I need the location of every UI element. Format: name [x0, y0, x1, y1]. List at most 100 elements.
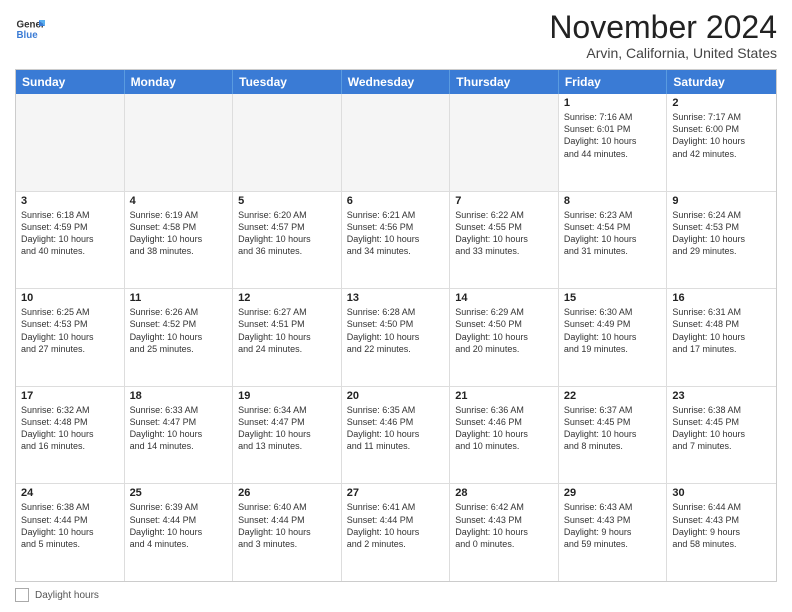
weekday-sunday: Sunday	[16, 70, 125, 94]
cell-date: 27	[347, 487, 445, 499]
calendar-cell: 24Sunrise: 6:38 AMSunset: 4:44 PMDayligh…	[16, 484, 125, 581]
weekday-tuesday: Tuesday	[233, 70, 342, 94]
cell-date: 29	[564, 487, 662, 499]
cell-date: 7	[455, 195, 553, 207]
cell-date: 19	[238, 390, 336, 402]
calendar-cell: 18 Sunrise: 6:33 AMSunset: 4:47 PMDayligh…	[125, 387, 234, 484]
cell-info: Sunrise: 6:26 AMSunset: 4:52 PMDaylight:…	[130, 306, 228, 355]
cell-info: Sunrise: 6:31 AMSunset: 4:48 PMDaylight:…	[672, 306, 771, 355]
cell-info: Sunrise: 6:20 AMSunset: 4:57 PMDaylight:…	[238, 209, 336, 258]
calendar-cell: 17 Sunrise: 6:32 AMSunset: 4:48 PMDayligh…	[16, 387, 125, 484]
cell-info: Sunrise: 6:21 AMSunset: 4:56 PMDaylight:…	[347, 209, 445, 258]
cell-date: 22	[564, 390, 662, 402]
calendar-cell: 16 Sunrise: 6:31 AMSunset: 4:48 PMDayligh…	[667, 289, 776, 386]
cell-info: Sunrise: 6:22 AMSunset: 4:55 PMDaylight:…	[455, 209, 553, 258]
cell-date: 6	[347, 195, 445, 207]
cell-date: 4	[130, 195, 228, 207]
calendar-cell	[233, 94, 342, 191]
cell-date: 11	[130, 292, 228, 304]
calendar-row-1: 3 Sunrise: 6:18 AMSunset: 4:59 PMDaylight…	[16, 192, 776, 290]
logo-icon: General Blue	[15, 14, 45, 44]
cell-date: 13	[347, 292, 445, 304]
calendar-cell: 21Sunrise: 6:36 AMSunset: 4:46 PMDayligh…	[450, 387, 559, 484]
cell-info: Sunrise: 6:38 AMSunset: 4:45 PMDaylight:…	[672, 404, 771, 453]
cell-date: 14	[455, 292, 553, 304]
cell-date: 10	[21, 292, 119, 304]
calendar-cell	[342, 94, 451, 191]
calendar-cell: 10 Sunrise: 6:25 AMSunset: 4:53 PMDayligh…	[16, 289, 125, 386]
calendar-header: SundayMondayTuesdayWednesdayThursdayFrid…	[16, 70, 776, 94]
calendar-cell: 20Sunrise: 6:35 AMSunset: 4:46 PMDayligh…	[342, 387, 451, 484]
cell-info: Sunrise: 6:28 AMSunset: 4:50 PMDaylight:…	[347, 306, 445, 355]
cell-info: Sunrise: 6:32 AMSunset: 4:48 PMDaylight:…	[21, 404, 119, 453]
calendar-cell: 7 Sunrise: 6:22 AMSunset: 4:55 PMDaylight…	[450, 192, 559, 289]
cell-info: Sunrise: 6:33 AMSunset: 4:47 PMDaylight:…	[130, 404, 228, 453]
cell-info: Sunrise: 7:16 AMSunset: 6:01 PMDaylight:…	[564, 111, 662, 160]
calendar-row-3: 17 Sunrise: 6:32 AMSunset: 4:48 PMDayligh…	[16, 387, 776, 485]
calendar-cell: 14 Sunrise: 6:29 AMSunset: 4:50 PMDayligh…	[450, 289, 559, 386]
cell-date: 28	[455, 487, 553, 499]
calendar-cell: 6 Sunrise: 6:21 AMSunset: 4:56 PMDaylight…	[342, 192, 451, 289]
weekday-monday: Monday	[125, 70, 234, 94]
calendar-cell: 19Sunrise: 6:34 AMSunset: 4:47 PMDayligh…	[233, 387, 342, 484]
cell-date: 5	[238, 195, 336, 207]
cell-info: Sunrise: 6:43 AMSunset: 4:43 PMDaylight:…	[564, 501, 662, 550]
footer: Daylight hours	[15, 588, 777, 602]
cell-info: Sunrise: 6:44 AMSunset: 4:43 PMDaylight:…	[672, 501, 771, 550]
calendar-cell	[16, 94, 125, 191]
calendar-body: 1 Sunrise: 7:16 AMSunset: 6:01 PMDaylight…	[16, 94, 776, 581]
cell-date: 8	[564, 195, 662, 207]
month-title: November 2024	[549, 10, 777, 45]
daylight-legend-box	[15, 588, 29, 602]
calendar-cell: 3 Sunrise: 6:18 AMSunset: 4:59 PMDaylight…	[16, 192, 125, 289]
calendar-cell: 4 Sunrise: 6:19 AMSunset: 4:58 PMDaylight…	[125, 192, 234, 289]
svg-text:Blue: Blue	[17, 30, 39, 41]
calendar-cell	[125, 94, 234, 191]
cell-info: Sunrise: 6:18 AMSunset: 4:59 PMDaylight:…	[21, 209, 119, 258]
cell-info: Sunrise: 6:29 AMSunset: 4:50 PMDaylight:…	[455, 306, 553, 355]
cell-date: 25	[130, 487, 228, 499]
calendar-cell: 9 Sunrise: 6:24 AMSunset: 4:53 PMDaylight…	[667, 192, 776, 289]
cell-date: 3	[21, 195, 119, 207]
calendar-cell: 22 Sunrise: 6:37 AMSunset: 4:45 PMDayligh…	[559, 387, 668, 484]
cell-date: 16	[672, 292, 771, 304]
page: General Blue November 2024 Arvin, Califo…	[0, 0, 792, 612]
calendar-cell: 23 Sunrise: 6:38 AMSunset: 4:45 PMDayligh…	[667, 387, 776, 484]
cell-date: 18	[130, 390, 228, 402]
daylight-legend-label: Daylight hours	[35, 590, 99, 601]
calendar-cell: 15Sunrise: 6:30 AMSunset: 4:49 PMDayligh…	[559, 289, 668, 386]
calendar-row-0: 1 Sunrise: 7:16 AMSunset: 6:01 PMDaylight…	[16, 94, 776, 192]
calendar-cell: 29 Sunrise: 6:43 AMSunset: 4:43 PMDayligh…	[559, 484, 668, 581]
calendar: SundayMondayTuesdayWednesdayThursdayFrid…	[15, 69, 777, 582]
calendar-row-2: 10 Sunrise: 6:25 AMSunset: 4:53 PMDayligh…	[16, 289, 776, 387]
cell-date: 1	[564, 97, 662, 109]
cell-info: Sunrise: 6:23 AMSunset: 4:54 PMDaylight:…	[564, 209, 662, 258]
cell-info: Sunrise: 6:24 AMSunset: 4:53 PMDaylight:…	[672, 209, 771, 258]
location: Arvin, California, United States	[549, 45, 777, 61]
calendar-cell	[450, 94, 559, 191]
cell-date: 15	[564, 292, 662, 304]
cell-date: 23	[672, 390, 771, 402]
weekday-saturday: Saturday	[667, 70, 776, 94]
cell-date: 20	[347, 390, 445, 402]
calendar-cell: 28Sunrise: 6:42 AMSunset: 4:43 PMDayligh…	[450, 484, 559, 581]
cell-info: Sunrise: 6:38 AMSunset: 4:44 PMDaylight:…	[21, 501, 119, 550]
cell-info: Sunrise: 6:25 AMSunset: 4:53 PMDaylight:…	[21, 306, 119, 355]
cell-info: Sunrise: 6:37 AMSunset: 4:45 PMDaylight:…	[564, 404, 662, 453]
cell-date: 26	[238, 487, 336, 499]
cell-date: 17	[21, 390, 119, 402]
title-area: November 2024 Arvin, California, United …	[549, 10, 777, 61]
cell-date: 21	[455, 390, 553, 402]
cell-info: Sunrise: 6:40 AMSunset: 4:44 PMDaylight:…	[238, 501, 336, 550]
cell-info: Sunrise: 6:19 AMSunset: 4:58 PMDaylight:…	[130, 209, 228, 258]
weekday-friday: Friday	[559, 70, 668, 94]
logo: General Blue	[15, 14, 45, 44]
cell-date: 12	[238, 292, 336, 304]
calendar-cell: 25Sunrise: 6:39 AMSunset: 4:44 PMDayligh…	[125, 484, 234, 581]
cell-date: 2	[672, 97, 771, 109]
calendar-cell: 13 Sunrise: 6:28 AMSunset: 4:50 PMDayligh…	[342, 289, 451, 386]
cell-date: 30	[672, 487, 771, 499]
cell-info: Sunrise: 7:17 AMSunset: 6:00 PMDaylight:…	[672, 111, 771, 160]
cell-date: 9	[672, 195, 771, 207]
calendar-cell: 12Sunrise: 6:27 AMSunset: 4:51 PMDayligh…	[233, 289, 342, 386]
